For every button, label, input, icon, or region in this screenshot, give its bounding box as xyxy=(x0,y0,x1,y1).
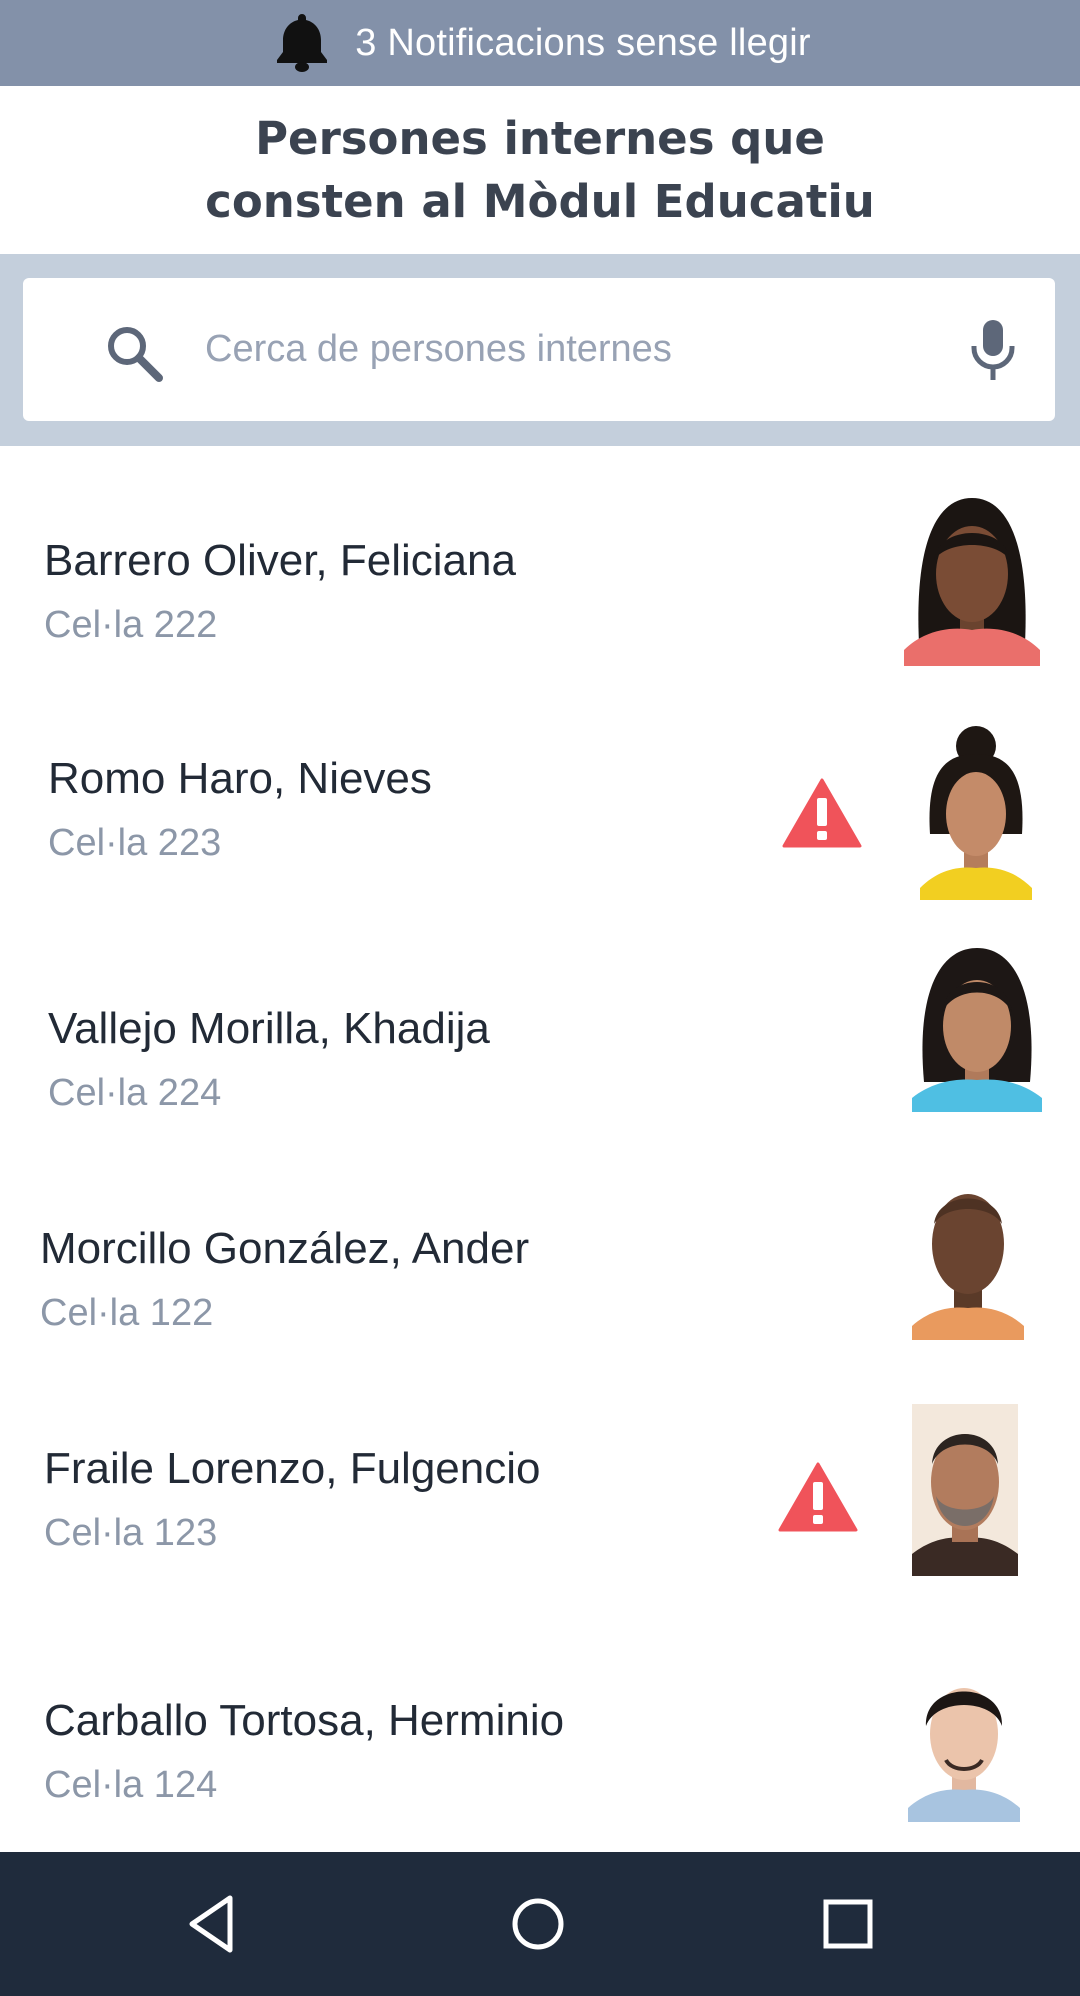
notification-text: 3 Notificacions sense llegir xyxy=(355,21,811,64)
home-circle-icon xyxy=(512,1898,564,1950)
inmate-cell: Cel·la 222 xyxy=(44,604,218,646)
portrait-image xyxy=(920,726,1032,900)
system-navigation-bar xyxy=(0,1852,1080,1996)
microphone-icon[interactable] xyxy=(967,318,1019,382)
inmate-cell: Cel·la 223 xyxy=(48,822,222,864)
search-input[interactable] xyxy=(205,308,925,390)
avatar xyxy=(920,724,1032,900)
home-button[interactable] xyxy=(502,1888,574,1960)
bell-icon xyxy=(277,14,328,72)
inmate-cell: Cel·la 123 xyxy=(44,1512,218,1554)
back-triangle-icon xyxy=(189,1895,233,1953)
inmate-name: Romo Haro, Nieves xyxy=(48,754,432,803)
list-item[interactable]: Morcillo González, Ander Cel·la 122 xyxy=(0,1128,1080,1348)
search-bar[interactable] xyxy=(23,278,1055,421)
avatar xyxy=(912,1404,1018,1576)
avatar xyxy=(912,1180,1024,1340)
search-icon[interactable] xyxy=(103,322,165,384)
list-item[interactable]: Barrero Oliver, Feliciana Cel·la 222 xyxy=(0,446,1080,666)
avatar xyxy=(908,1668,1020,1822)
portrait-image xyxy=(912,1194,1024,1340)
inmate-list: Barrero Oliver, Feliciana Cel·la 222 Rom… xyxy=(0,446,1080,1852)
portrait-image xyxy=(912,948,1042,1112)
portrait-image xyxy=(912,1404,1018,1576)
search-band xyxy=(0,254,1080,446)
portrait-image xyxy=(908,1688,1020,1822)
list-item[interactable]: Romo Haro, Nieves Cel·la 223 xyxy=(0,666,1080,900)
page-title-container: Persones internes que consten al Mòdul E… xyxy=(0,86,1080,254)
notification-banner[interactable]: 3 Notificacions sense llegir xyxy=(0,0,1080,86)
inmate-name: Morcillo González, Ander xyxy=(40,1224,530,1273)
inmate-cell: Cel·la 122 xyxy=(40,1292,214,1334)
list-item[interactable]: Vallejo Morilla, Khadija Cel·la 224 xyxy=(0,894,1080,1128)
list-item[interactable]: Fraile Lorenzo, Fulgencio Cel·la 123 xyxy=(0,1348,1080,1584)
warning-icon xyxy=(782,778,862,848)
list-item[interactable]: Carballo Tortosa, Herminio Cel·la 124 xyxy=(0,1584,1080,1852)
avatar xyxy=(904,490,1040,666)
back-button[interactable] xyxy=(176,1888,248,1960)
recents-square-icon xyxy=(823,1899,873,1949)
inmate-name: Carballo Tortosa, Herminio xyxy=(44,1696,565,1745)
avatar xyxy=(912,942,1042,1112)
page-title: Persones internes que consten al Mòdul E… xyxy=(205,112,875,228)
inmate-name: Barrero Oliver, Feliciana xyxy=(44,536,516,585)
portrait-image xyxy=(904,498,1040,666)
inmate-name: Vallejo Morilla, Khadija xyxy=(48,1004,490,1053)
inmate-name: Fraile Lorenzo, Fulgencio xyxy=(44,1444,541,1493)
recents-button[interactable] xyxy=(812,1888,884,1960)
inmate-cell: Cel·la 124 xyxy=(44,1764,218,1806)
screen: 3 Notificacions sense llegir Persones in… xyxy=(0,0,1080,1996)
inmate-cell: Cel·la 224 xyxy=(48,1072,222,1114)
warning-icon xyxy=(778,1462,858,1532)
